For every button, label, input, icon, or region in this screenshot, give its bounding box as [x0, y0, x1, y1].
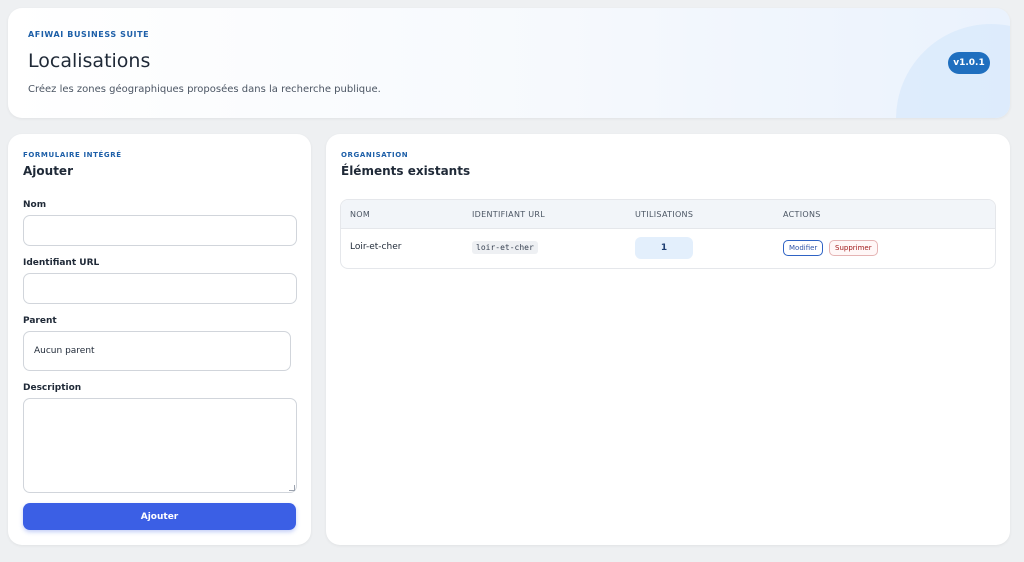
row-usage-badge: 1	[635, 237, 693, 259]
add-form-panel: FORMULAIRE INTÉGRÉ Ajouter Nom Identifia…	[8, 134, 311, 545]
parent-label: Parent	[23, 316, 57, 326]
column-name: NOM	[350, 210, 371, 219]
form-eyebrow: FORMULAIRE INTÉGRÉ	[23, 151, 122, 159]
page-subtitle: Créez les zones géographiques proposées …	[28, 84, 381, 95]
parent-select[interactable]: Aucun parent	[23, 331, 291, 371]
edit-button[interactable]: Modifier	[783, 240, 824, 256]
row-slug: loir-et-cher	[472, 241, 538, 254]
page-title: Localisations	[28, 50, 151, 72]
name-input[interactable]	[23, 215, 297, 246]
slug-label: Identifiant URL	[23, 258, 100, 268]
slug-input[interactable]	[23, 273, 297, 304]
add-button[interactable]: Ajouter	[23, 503, 296, 530]
app-name: AFIWAI BUSINESS SUITE	[28, 30, 150, 39]
description-label: Description	[23, 383, 82, 393]
column-usage: UTILISATIONS	[635, 210, 694, 219]
version-badge: v1.0.1	[948, 52, 990, 74]
list-eyebrow: ORGANISATION	[341, 151, 409, 159]
column-slug: IDENTIFIANT URL	[472, 210, 546, 219]
table-header: NOM IDENTIFIANT URL UTILISATIONS ACTIONS	[341, 200, 995, 229]
delete-button[interactable]: Supprimer	[829, 240, 878, 256]
parent-select-value: Aucun parent	[34, 346, 95, 356]
table-row: Loir-et-cher loir-et-cher 1 Modifier Sup…	[341, 229, 995, 268]
form-title: Ajouter	[23, 164, 73, 178]
name-label: Nom	[23, 200, 47, 210]
description-textarea[interactable]	[23, 398, 297, 493]
column-actions: ACTIONS	[783, 210, 821, 219]
items-panel: ORGANISATION Éléments existants NOM IDEN…	[326, 134, 1010, 545]
row-name: Loir-et-cher	[350, 242, 402, 252]
page-header: AFIWAI BUSINESS SUITE Localisations Crée…	[8, 8, 1010, 118]
items-table: NOM IDENTIFIANT URL UTILISATIONS ACTIONS…	[340, 199, 996, 269]
list-title: Éléments existants	[341, 164, 471, 178]
